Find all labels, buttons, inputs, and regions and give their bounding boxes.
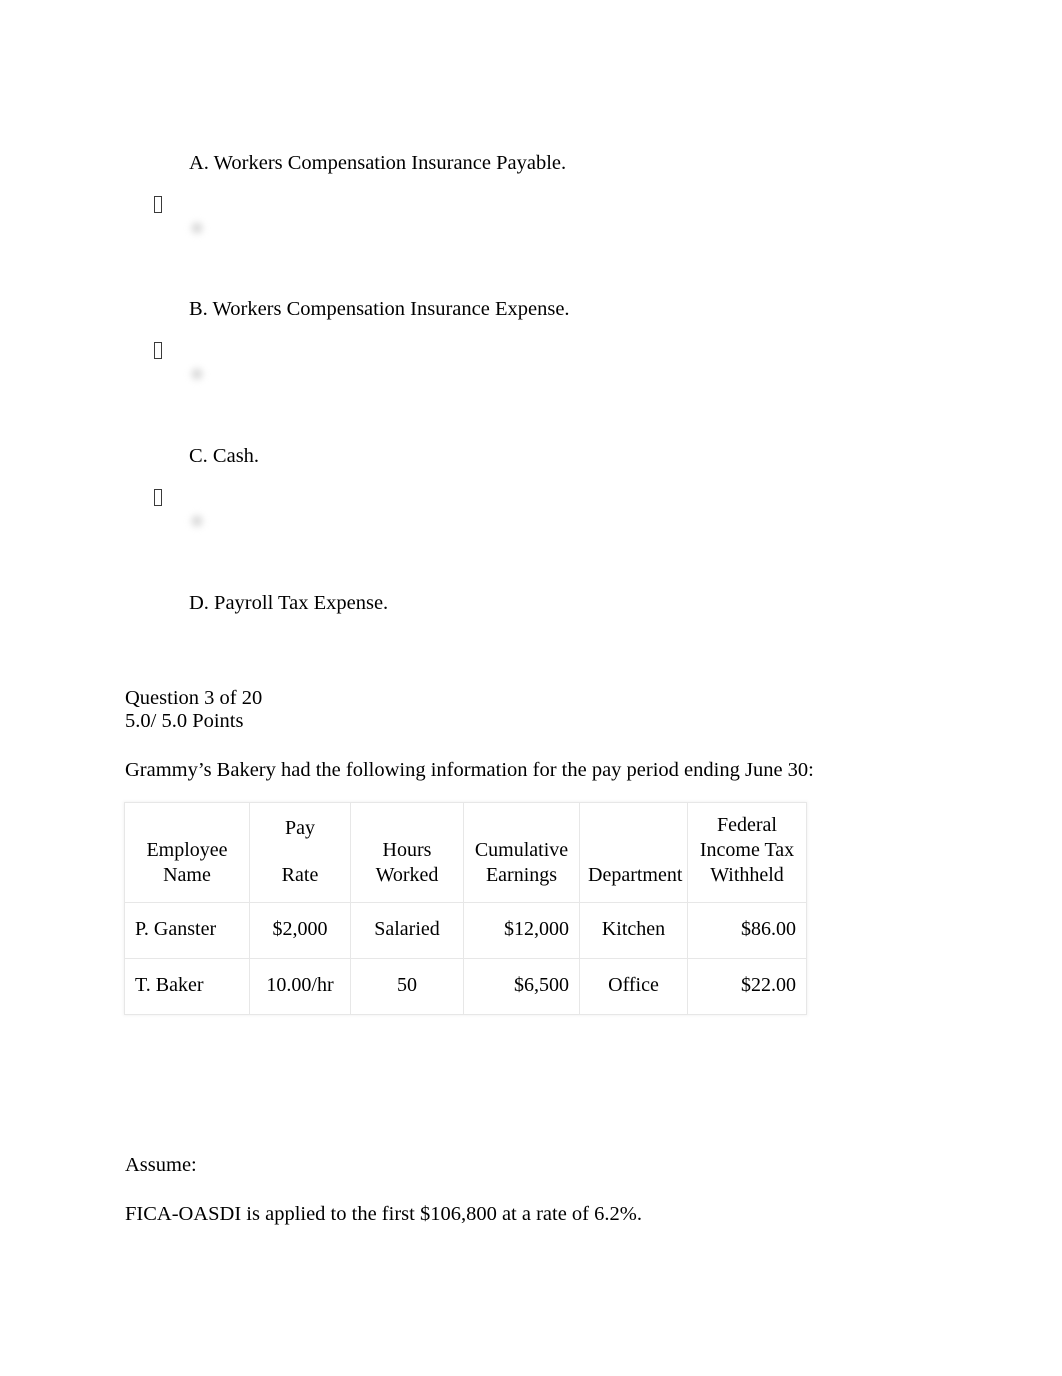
- cell-value: Salaried: [374, 918, 440, 940]
- header-cell-federal-income-tax-withheld: Federal Income Tax Withheld: [687, 802, 807, 903]
- cell-cumulative-earnings: $6,500: [463, 958, 580, 1015]
- cell-value: $12,000: [504, 918, 569, 940]
- assume-heading: Assume:: [125, 1154, 197, 1176]
- cell-pay-rate: 10.00/hr: [249, 958, 351, 1015]
- header-line: Pay: [285, 817, 315, 839]
- cell-value: T. Baker: [135, 974, 204, 996]
- cell-pay-rate: $2,000: [249, 902, 351, 959]
- cell-federal-income-tax-withheld: $86.00: [687, 902, 807, 959]
- cell-employee-name: T. Baker: [124, 958, 250, 1015]
- header-line: Income Tax: [699, 839, 795, 861]
- choice-c-label: C. Cash.: [189, 445, 260, 467]
- header-cell-hours-worked: Hours Worked: [350, 802, 464, 903]
- question-prompt: Grammy’s Bakery had the following inform…: [125, 759, 814, 781]
- cell-value: $22.00: [741, 974, 796, 996]
- cell-value: 10.00/hr: [266, 974, 334, 996]
- header-line: Earnings: [485, 864, 558, 886]
- cell-hours-worked: 50: [350, 958, 464, 1015]
- cell-value: Kitchen: [601, 918, 666, 940]
- header-cell-pay-rate: Pay Rate: [249, 802, 351, 903]
- radio-button-icon[interactable]: [188, 219, 206, 237]
- missing-glyph-box-icon: [154, 489, 168, 511]
- question-points: 5.0/ 5.0 Points: [125, 710, 244, 732]
- table-header-row: Employee Name Pay Rate Hours Worked Cumu…: [124, 802, 807, 903]
- radio-button-icon[interactable]: [188, 365, 206, 383]
- cell-department: Kitchen: [579, 902, 688, 959]
- header-line: Withheld: [710, 864, 784, 886]
- cell-department: Office: [579, 958, 688, 1015]
- table-row: T. Baker 10.00/hr 50 $6,500 Office $22.0…: [124, 958, 807, 1015]
- header-line-gap: [258, 841, 342, 863]
- header-line: Cumulative: [474, 839, 569, 861]
- cell-hours-worked: Salaried: [350, 902, 464, 959]
- question-number: Question 3 of 20: [125, 687, 263, 709]
- cell-federal-income-tax-withheld: $22.00: [687, 958, 807, 1015]
- choice-b-label: B. Workers Compensation Insurance Expens…: [189, 298, 570, 320]
- header-cell-cumulative-earnings: Cumulative Earnings: [463, 802, 580, 903]
- header-cell-employee-name: Employee Name: [124, 802, 250, 903]
- cell-value: P. Ganster: [135, 918, 217, 940]
- cell-employee-name: P. Ganster: [124, 902, 250, 959]
- cell-value: Office: [608, 974, 659, 996]
- missing-glyph-box-icon: [154, 196, 168, 218]
- header-line: Department: [588, 864, 683, 886]
- payroll-table: Employee Name Pay Rate Hours Worked Cumu…: [124, 802, 807, 1015]
- header-line: Employee: [146, 839, 228, 861]
- cell-value: $6,500: [514, 974, 569, 996]
- choice-d-label: D. Payroll Tax Expense.: [189, 592, 389, 614]
- header-line: Federal: [717, 814, 777, 836]
- cell-cumulative-earnings: $12,000: [463, 902, 580, 959]
- header-line: Worked: [375, 864, 439, 886]
- radio-button-icon[interactable]: [188, 512, 206, 530]
- table-row: P. Ganster $2,000 Salaried $12,000 Kitch…: [124, 902, 807, 959]
- cell-value: 50: [397, 974, 417, 996]
- header-line: Rate: [281, 864, 319, 886]
- cell-value: $2,000: [272, 918, 328, 940]
- missing-glyph-box-icon: [154, 342, 168, 364]
- header-line: Name: [163, 864, 211, 886]
- cell-value: $86.00: [741, 918, 796, 940]
- header-cell-department: Department: [579, 802, 688, 903]
- header-line: Hours: [382, 839, 432, 861]
- document-page: A. Workers Compensation Insurance Payabl…: [0, 0, 1062, 1376]
- choice-a-label: A. Workers Compensation Insurance Payabl…: [189, 152, 567, 174]
- assume-line-fica-oasdi: FICA-OASDI is applied to the first $106,…: [125, 1203, 642, 1225]
